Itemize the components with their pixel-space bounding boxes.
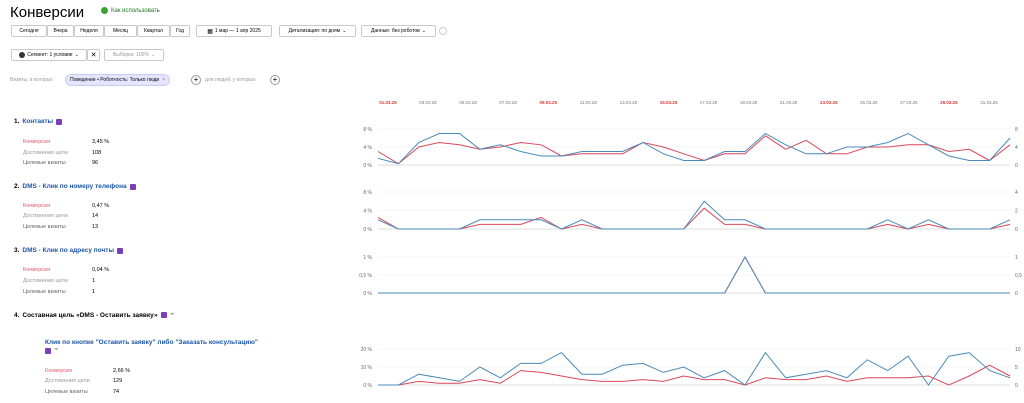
- y-right-tick-label: 4: [1015, 190, 1018, 196]
- y-left-tick-label: 1 %: [363, 255, 372, 261]
- y-left-tick-label: 0,5 %: [359, 273, 372, 279]
- y-left-tick-label: 0 %: [363, 291, 372, 297]
- conversion-series-line: [378, 364, 1011, 386]
- visits-series-line: [377, 200, 1011, 230]
- y-left-tick-label: 0 %: [363, 383, 372, 389]
- y-right-tick-label: 5: [1015, 365, 1018, 371]
- y-left-tick-label: 0 %: [363, 163, 372, 169]
- y-right-tick-label: 2: [1015, 209, 1018, 215]
- y-right-tick-label: 0,5: [1015, 273, 1022, 279]
- y-left-tick-label: 4 %: [363, 145, 372, 151]
- charts-canvas: 8 % 84 % 40 % 08 % 44 % 20 % 01 % 10,5 % 0,50 % 0…: [359, 127, 1022, 389]
- conversion-series-line: [377, 135, 1011, 165]
- y-left-tick-label: 10 %: [361, 365, 373, 371]
- visits-series-line: [377, 132, 1011, 165]
- visits-series-line: [378, 351, 1011, 386]
- y-right-tick-label: 0: [1015, 163, 1018, 169]
- y-left-tick-label: 4 %: [363, 209, 372, 215]
- y-right-tick-label: 0: [1015, 291, 1018, 297]
- y-left-tick-label: 20 %: [361, 347, 373, 353]
- y-right-tick-label: 8: [1015, 127, 1018, 133]
- y-right-tick-label: 0: [1015, 383, 1018, 389]
- y-right-tick-label: 1: [1015, 255, 1018, 261]
- y-left-tick-label: 0 %: [363, 227, 372, 233]
- y-right-tick-label: 10: [1015, 347, 1021, 353]
- y-left-tick-label: 8 %: [363, 190, 372, 196]
- y-left-tick-label: 8 %: [363, 127, 372, 133]
- y-right-tick-label: 0: [1015, 227, 1018, 233]
- y-right-tick-label: 4: [1015, 145, 1018, 151]
